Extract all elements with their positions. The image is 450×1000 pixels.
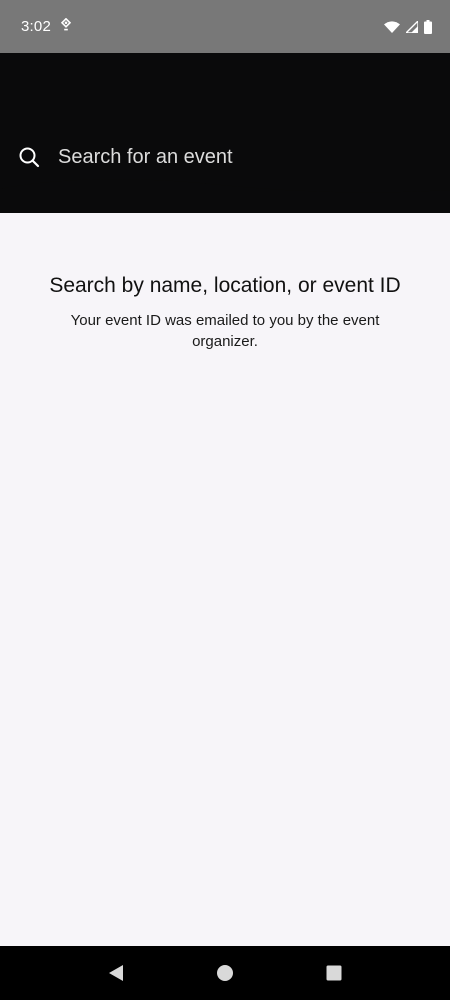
status-time: 3:02 (21, 18, 51, 35)
signal-icon (406, 20, 418, 33)
recents-icon[interactable] (326, 965, 342, 981)
nav-recents-button[interactable] (314, 953, 354, 993)
search-icon[interactable] (18, 146, 40, 168)
status-right (384, 19, 432, 34)
empty-state-title: Search by name, location, or event ID (49, 274, 401, 297)
status-bar: 3:02 (0, 0, 450, 53)
wifi-icon (384, 20, 400, 33)
nav-back-button[interactable] (96, 953, 136, 993)
header-wave (0, 168, 450, 193)
home-icon[interactable] (216, 964, 234, 982)
system-nav-bar (0, 946, 450, 1000)
app-screen: 3:02 Search for an event Search by name,… (0, 0, 450, 1000)
empty-state-subtitle: Your event ID was emailed to you by the … (70, 312, 380, 350)
back-icon[interactable] (108, 964, 124, 982)
status-left: 3:02 (21, 17, 72, 36)
battery-icon (424, 19, 432, 34)
location-icon (60, 17, 72, 36)
nav-home-button[interactable] (205, 953, 245, 993)
empty-state: Search by name, location, or event ID Yo… (40, 272, 410, 352)
